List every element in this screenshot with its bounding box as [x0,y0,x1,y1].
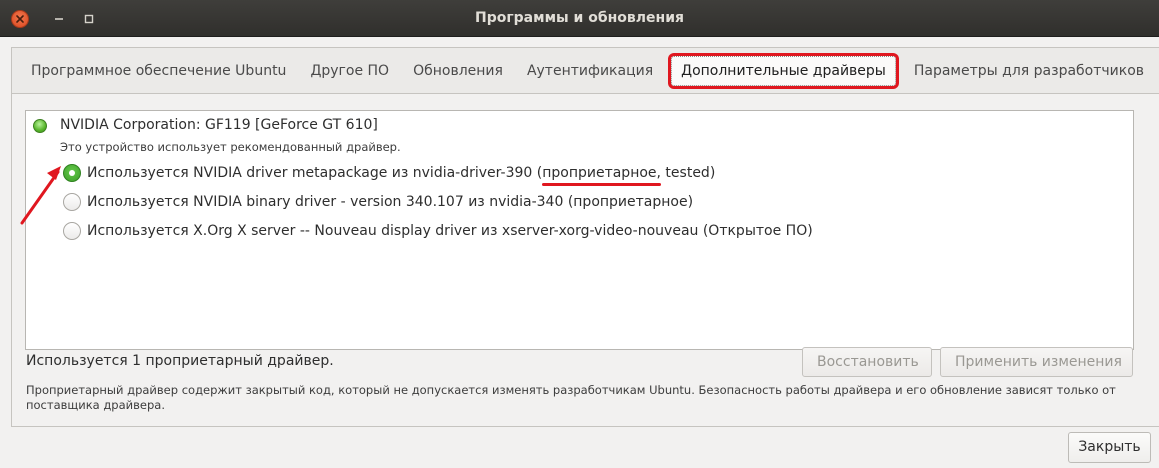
proprietary-underlined-text: проприетарное [542,165,657,181]
tab-updates[interactable]: Обновления [401,48,515,94]
driver-option-nvidia-340[interactable]: Используется NVIDIA binary driver - vers… [63,192,693,212]
device-name: NVIDIA Corporation: GF119 [GeForce GT 61… [60,117,378,133]
title-bar: Программы и обновления [0,0,1159,37]
driver-option-label: Используется NVIDIA binary driver - vers… [87,194,694,210]
tab-ubuntu-software[interactable]: Программное обеспечение Ubuntu [19,48,298,94]
window-title: Программы и обновления [474,10,684,26]
restore-button[interactable]: Восстановить [802,347,932,377]
device-note: Это устройство использует рекомендованны… [60,140,401,154]
window-body: Программное обеспечение Ubuntu Другое ПО… [0,37,1159,468]
tab-additional-drivers[interactable]: Дополнительные драйверы [671,55,896,86]
device-status-icon [33,119,47,133]
radio-selected-icon[interactable] [63,164,81,182]
radio-unselected-icon[interactable] [63,222,81,240]
driver-option-nouveau[interactable]: Используется X.Org X server -- Nouveau d… [63,221,813,241]
driver-option-label: Используется NVIDIA driver metapackage и… [87,165,716,181]
drivers-status-text: Используется 1 проприетарный драйвер. [26,353,334,369]
driver-option-label: Используется X.Org X server -- Nouveau d… [87,223,813,239]
tab-other-software[interactable]: Другое ПО [298,48,401,94]
driver-option-nvidia-390[interactable]: Используется NVIDIA driver metapackage и… [63,163,715,183]
apply-changes-button[interactable]: Применить изменения [940,347,1133,377]
close-button[interactable]: Закрыть [1068,432,1151,463]
tab-authentication[interactable]: Аутентификация [515,48,665,94]
tab-bar: Программное обеспечение Ubuntu Другое ПО… [12,48,1159,94]
tab-developer-options[interactable]: Параметры для разработчиков [902,48,1156,94]
radio-unselected-icon[interactable] [63,193,81,211]
drivers-panel: NVIDIA Corporation: GF119 [GeForce GT 61… [25,110,1134,350]
proprietary-footnote: Проприетарный драйвер содержит закрытый … [26,383,1116,412]
